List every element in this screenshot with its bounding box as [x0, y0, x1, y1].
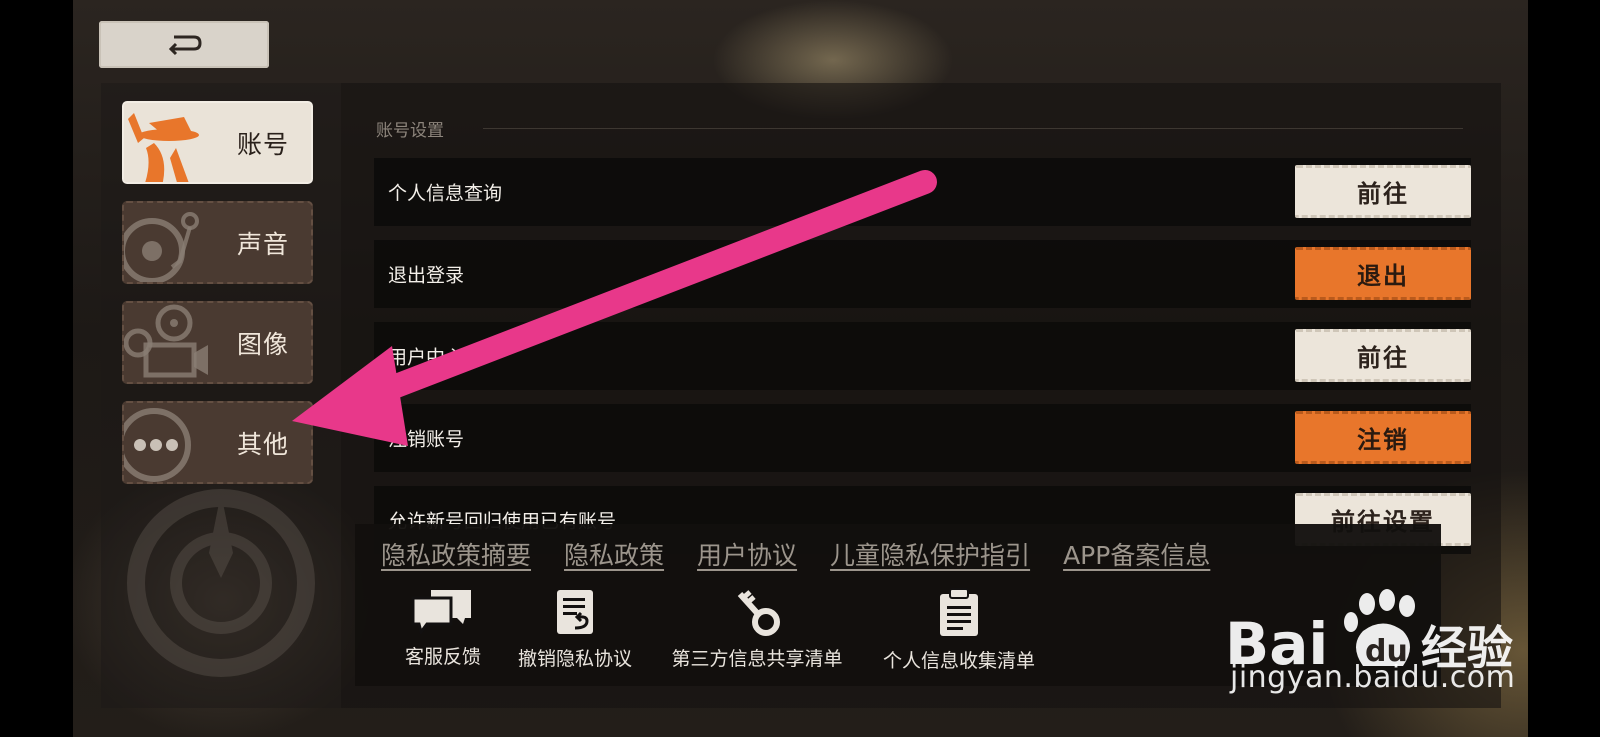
user-center-go-button[interactable]: 前往 — [1295, 329, 1471, 382]
tab-account[interactable]: 账号 — [122, 101, 313, 184]
personal-info-go-button[interactable]: 前往 — [1295, 165, 1471, 218]
third-party-sharing-label: 第三方信息共享清单 — [671, 648, 843, 670]
tab-other[interactable]: 其他 — [122, 401, 313, 484]
section-title: 账号设置 — [376, 121, 444, 141]
personal-info-list-label: 个人信息收集清单 — [882, 650, 1035, 672]
policy-links: 隐私政策摘要 隐私政策 用户协议 儿童隐私保护指引 APP备案信息 — [381, 536, 1210, 572]
row-label: 退出登录 — [388, 264, 465, 287]
personal-info-list-button[interactable]: 个人信息收集清单 — [879, 588, 1039, 673]
more-dots-icon — [124, 408, 191, 482]
revoke-privacy-label: 撤销隐私协议 — [517, 648, 632, 670]
return-arrow-icon — [168, 35, 202, 55]
revoke-privacy-button[interactable]: 撤销隐私协议 — [515, 588, 635, 671]
app-filing-link[interactable]: APP备案信息 — [1063, 536, 1210, 572]
letterbox-right — [1528, 0, 1600, 737]
letterbox-left — [0, 0, 73, 737]
tab-sound[interactable]: 声音 — [122, 201, 313, 284]
section-divider — [483, 128, 1463, 129]
child-privacy-link[interactable]: 儿童隐私保护指引 — [830, 536, 1030, 572]
row-label: 个人信息查询 — [388, 182, 503, 205]
tab-image[interactable]: 图像 — [122, 301, 313, 384]
record-player-icon — [124, 212, 199, 282]
settings-row: 注销账号 注销 — [374, 404, 1471, 472]
privacy-summary-link[interactable]: 隐私政策摘要 — [381, 536, 531, 572]
detective-avatar-icon — [124, 103, 214, 182]
privacy-policy-link[interactable]: 隐私政策 — [564, 536, 664, 572]
gear-decoration-icon — [127, 489, 315, 677]
user-agreement-link[interactable]: 用户协议 — [697, 536, 797, 572]
logout-button[interactable]: 退出 — [1295, 247, 1471, 300]
row-label: 用户中心 — [388, 346, 465, 369]
customer-feedback-label: 客服反馈 — [404, 646, 481, 668]
customer-feedback-button[interactable]: 客服反馈 — [391, 588, 495, 669]
tab-other-label: 其他 — [236, 429, 289, 459]
row-label: 注销账号 — [388, 428, 465, 451]
settings-sidebar: 账号 声音 图像 其他 — [101, 83, 341, 708]
cancel-account-button[interactable]: 注销 — [1295, 411, 1471, 464]
watermark-url: jingyan.baidu.com — [1230, 660, 1516, 695]
third-party-sharing-button[interactable]: 第三方信息共享清单 — [667, 588, 847, 671]
tab-sound-label: 声音 — [236, 229, 289, 259]
tab-image-label: 图像 — [236, 329, 289, 359]
chat-bubbles-icon — [411, 590, 471, 634]
settings-row: 个人信息查询 前往 — [374, 158, 1471, 226]
revoke-document-icon — [557, 590, 593, 634]
settings-row: 用户中心 前往 — [374, 322, 1471, 390]
settings-row: 退出登录 退出 — [374, 240, 1471, 308]
film-camera-icon — [124, 304, 208, 378]
clipboard-icon — [940, 588, 978, 636]
key-icon — [737, 590, 780, 636]
tab-account-label: 账号 — [236, 129, 289, 159]
back-button[interactable] — [99, 21, 269, 68]
